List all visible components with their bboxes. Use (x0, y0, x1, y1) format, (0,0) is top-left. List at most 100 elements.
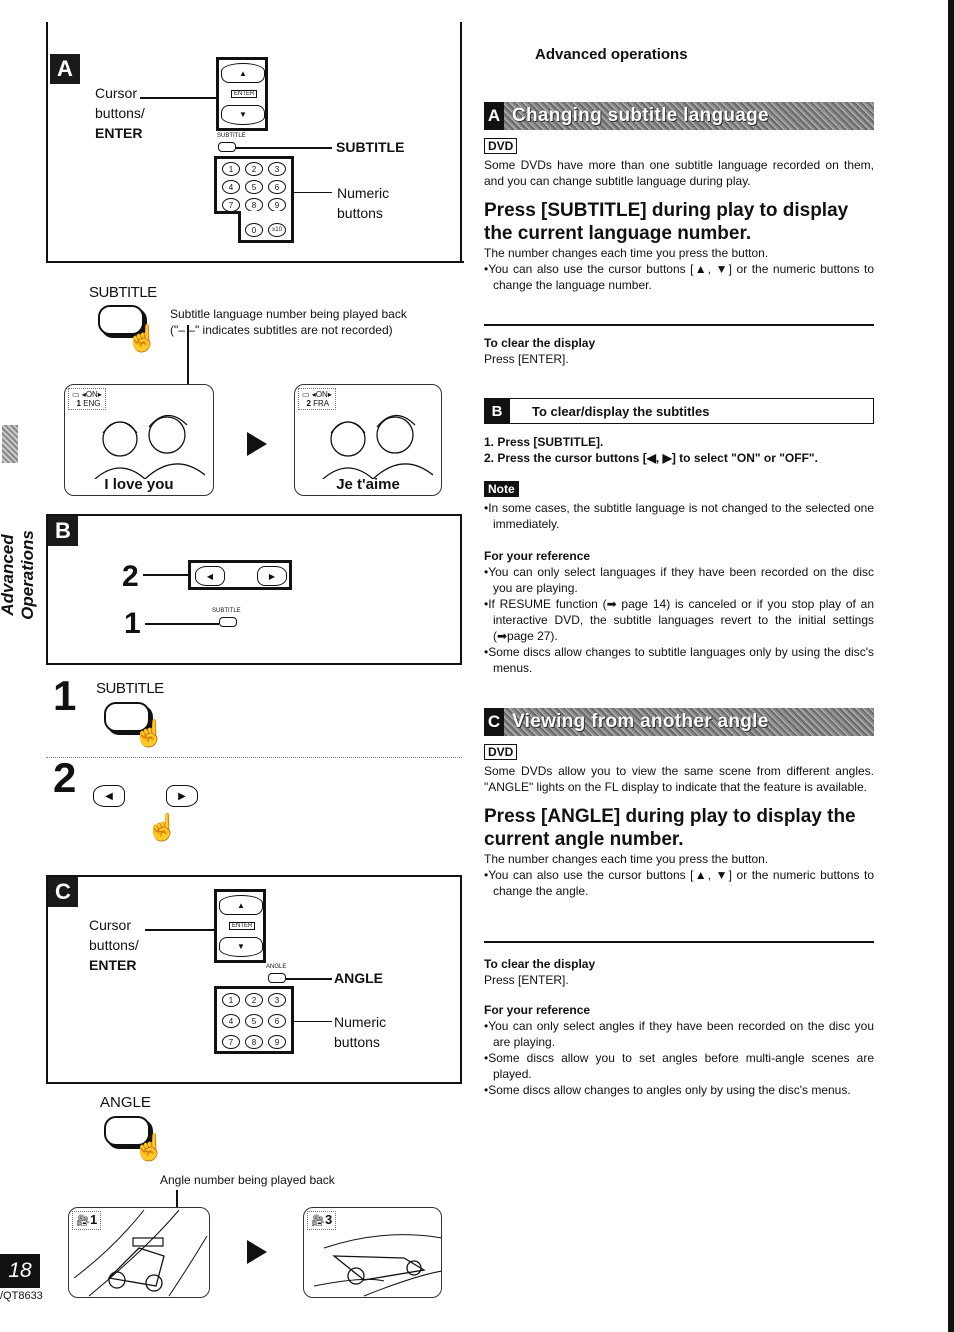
section-c-header: C Viewing from another angle (484, 708, 874, 736)
right-arrow-key-illustration: ▶ (166, 785, 198, 807)
section-a-clear: To clear the display Press [ENTER]. (484, 335, 874, 367)
osd-language: FRA (313, 399, 330, 408)
subtitle-key (218, 142, 236, 152)
section-a-letter: A (484, 102, 504, 130)
subtitle-icon: ▭ (302, 390, 310, 399)
page-header: Advanced operations (535, 46, 688, 63)
section-a-header: A Changing subtitle language (484, 102, 874, 130)
section-tab-swatch (2, 425, 18, 463)
document-code: /QT8633 (0, 1290, 43, 1302)
reference-item: •Some discs allow changes to angles only… (484, 1083, 851, 1097)
panel-c-badge: C (48, 877, 78, 907)
race-car-illustration (313, 1234, 441, 1297)
num-key-3: 3 (268, 162, 286, 176)
pressing-hand-icon: ☝ (126, 323, 159, 353)
left-right-cursor-pad: ◀ ▶ (188, 560, 292, 590)
subtitle-caption: I love you (104, 476, 174, 493)
dvd-tag: DVD (484, 138, 518, 154)
section-b-step-2: 2. Press the cursor buttons [◀, ▶] to se… (484, 451, 818, 465)
subtitle-key (219, 617, 237, 627)
up-arrow-key: ▲ (221, 63, 265, 83)
pressing-hand-icon: ☝ (133, 718, 166, 748)
step-1-label: 1 (124, 607, 141, 640)
screen-angle-1: 🎥︎1 (68, 1207, 210, 1298)
panel-b-badge: B (48, 516, 78, 546)
page-number: 18 (0, 1254, 40, 1288)
subtitle-callout: SUBTITLE (336, 139, 405, 155)
subtitle-leader-line (236, 147, 332, 149)
next-arrow-icon (247, 432, 267, 456)
osd-number: 2 (306, 399, 311, 408)
down-arrow-key: ▼ (219, 937, 263, 957)
num-key-0: 0 (245, 223, 263, 237)
angle-key (268, 973, 286, 983)
up-arrow-key: ▲ (219, 895, 263, 915)
osd-number: 1 (76, 399, 81, 408)
angle-leader-line (286, 978, 332, 980)
osd-state: ◂ON▸ (81, 390, 102, 399)
section-c-line1: The number changes each time you press t… (484, 852, 769, 866)
subtitle-key-label: SUBTITLE (212, 608, 241, 614)
section-a-intro: Some DVDs have more than one subtitle la… (484, 158, 874, 188)
page-edge (948, 0, 954, 1332)
clear-display-text: Press [ENTER]. (484, 973, 569, 987)
reference-item: •You can only select angles if they have… (484, 1019, 874, 1049)
section-b-header: B To clear/display the subtitles (484, 398, 874, 424)
clear-display-heading: To clear the display (484, 336, 596, 350)
subtitle-osd: ▭ ◂ON▸ 2 FRA (298, 388, 336, 410)
step-divider (46, 757, 462, 758)
numeric-leader-line (294, 1021, 332, 1022)
section-b-body: 1. Press [SUBTITLE]. 2. Press the cursor… (484, 434, 874, 676)
angle-key-label: ANGLE (266, 964, 287, 970)
clear-display-text: Press [ENTER]. (484, 352, 569, 366)
step-1-button-title: SUBTITLE (96, 680, 164, 697)
divider-rule (484, 941, 874, 943)
num-key-9: 9 (268, 1035, 286, 1049)
num-key-4: 4 (222, 180, 240, 194)
step-2-label: 2 (122, 560, 139, 593)
screen-french-subtitle: ▭ ◂ON▸ 2 FRA Je t'aime (294, 384, 442, 496)
dvd-tag: DVD (484, 744, 518, 760)
screen-angle-3: 🎥︎3 (303, 1207, 442, 1298)
left-arrow-key: ◀ (195, 566, 225, 586)
section-c-title: Viewing from another angle (512, 711, 769, 732)
num-key-7: 7 (222, 1035, 240, 1049)
numeric-keypad: 1 2 3 4 5 6 7 8 9 (214, 986, 294, 1054)
numeric-leader-line (294, 192, 332, 193)
section-c-body: DVD Some DVDs allow you to view the same… (484, 743, 874, 899)
num-key-7: 7 (222, 198, 240, 212)
divider-rule (484, 324, 874, 326)
cursor-leader-line (140, 97, 218, 99)
angle-callout: ANGLE (334, 970, 383, 986)
right-arrow-key: ▶ (257, 566, 287, 586)
angle-number-description: Angle number being played back (160, 1173, 335, 1187)
num-key-10plus: ≥10 (268, 223, 286, 237)
num-key-5: 5 (245, 1014, 263, 1028)
section-c-clear: To clear the display Press [ENTER]. For … (484, 956, 874, 1098)
left-arrow-key-illustration: ◀ (93, 785, 125, 807)
section-a-title: Changing subtitle language (512, 105, 769, 126)
num-key-9: 9 (268, 198, 286, 212)
subtitle-icon: ▭ (72, 390, 80, 399)
section-a-line1: The number changes each time you press t… (484, 246, 769, 260)
section-b-title: To clear/display the subtitles (532, 403, 710, 419)
reference-heading: For your reference (484, 1003, 591, 1017)
num-key-5: 5 (245, 180, 263, 194)
down-arrow-key: ▼ (221, 105, 265, 125)
numeric-keypad: 1 2 3 4 5 6 7 8 9 (214, 156, 294, 214)
subtitle-number-description: Subtitle language number being played ba… (170, 307, 407, 337)
screen-english-subtitle: ▭ ◂ON▸ 1 ENG I love you (64, 384, 214, 496)
numeric-label: Numeric buttons (334, 1014, 387, 1050)
num-key-8: 8 (245, 1035, 263, 1049)
next-arrow-icon (247, 1240, 267, 1264)
num-key-1: 1 (222, 993, 240, 1007)
cursor-pad: ▲ ENTER ▼ (216, 57, 268, 131)
subtitle-osd: ▭ ◂ON▸ 1 ENG (68, 388, 106, 410)
pressing-hand-icon: ☝ (133, 1132, 166, 1162)
num-key-6: 6 (268, 1014, 286, 1028)
cursor-leader-line (145, 929, 215, 931)
num-key-2: 2 (245, 162, 263, 176)
cursor-pad: ▲ ENTER ▼ (214, 889, 266, 963)
angle-button-title: ANGLE (100, 1094, 151, 1111)
clear-display-heading: To clear the display (484, 957, 596, 971)
